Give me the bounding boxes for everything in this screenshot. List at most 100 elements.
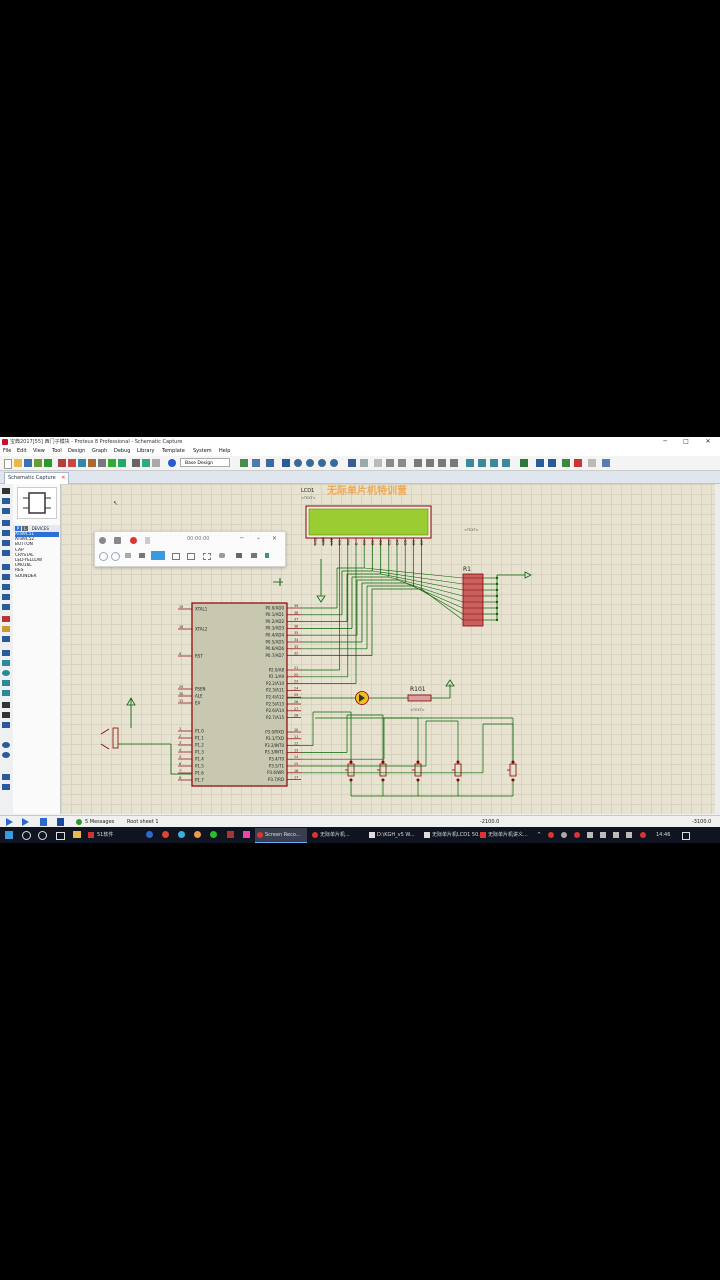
exit-sheet-icon[interactable] [588, 459, 596, 467]
recorder-tool-b-icon[interactable] [111, 552, 120, 561]
graph-mode-icon[interactable] [2, 584, 10, 590]
recorder-pen-icon[interactable] [125, 553, 131, 558]
component-mode-icon[interactable] [2, 498, 10, 504]
minimize-button[interactable]: ─ [655, 437, 675, 447]
tray-app-icon[interactable] [600, 832, 606, 838]
taskbar-app[interactable]: Screen Reco... [255, 828, 307, 843]
recorder-window-icon[interactable] [139, 553, 145, 558]
junction-mode-icon[interactable] [2, 508, 10, 514]
task-view-icon[interactable] [56, 832, 65, 840]
copy-icon[interactable] [386, 459, 394, 467]
schematic-icon[interactable] [68, 459, 76, 467]
step-icon[interactable] [22, 818, 29, 826]
remove-sheet-icon[interactable] [574, 459, 582, 467]
tray-app-icon[interactable] [613, 832, 619, 838]
tray-arrow-icon[interactable]: ^ [537, 827, 541, 843]
recorder-mic-icon[interactable] [265, 553, 269, 558]
property-tool-icon[interactable] [548, 459, 556, 467]
menu-library[interactable]: Library [137, 447, 154, 456]
recorder-tool-a-icon[interactable] [99, 552, 108, 561]
tray-app-icon[interactable] [640, 832, 646, 838]
start-windows-icon[interactable] [5, 831, 13, 839]
menu-system[interactable]: System [193, 447, 212, 456]
menu-template[interactable]: Template [162, 447, 185, 456]
debug-icon[interactable] [152, 459, 160, 467]
crystal-oscillator[interactable] [100, 727, 119, 750]
tray-app-icon[interactable] [561, 832, 567, 838]
zoom-all-icon[interactable] [318, 459, 326, 467]
gallery-icon[interactable] [88, 459, 96, 467]
generator-mode-icon[interactable] [2, 604, 10, 610]
design-dropdown[interactable]: Base Design [180, 458, 230, 467]
recorder-link-icon[interactable] [219, 553, 225, 558]
recorder-pause-icon[interactable] [145, 537, 150, 544]
probe-mode-icon[interactable] [2, 616, 10, 622]
open-folder-icon[interactable] [14, 459, 22, 467]
zoom-area-icon[interactable] [330, 459, 338, 467]
pan-icon[interactable] [282, 459, 290, 467]
search-taskbar-icon[interactable] [22, 831, 31, 840]
recorder-box-icon[interactable] [187, 553, 195, 560]
recorder-fullscreen-icon[interactable] [203, 553, 211, 560]
text-script-mode-icon[interactable] [2, 530, 10, 536]
rotate-ccw-icon[interactable] [2, 752, 10, 758]
menu-tool[interactable]: Tool [52, 447, 62, 456]
home-icon[interactable] [58, 459, 66, 467]
wire-label-mode-icon[interactable] [2, 520, 10, 526]
terminal-mode-icon[interactable] [2, 564, 10, 570]
pick-device-icon[interactable] [466, 459, 474, 467]
new-file-icon[interactable] [4, 459, 12, 469]
app-icon-3[interactable] [227, 831, 234, 838]
symbol-mode-icon[interactable] [2, 712, 10, 718]
recorder-close-button[interactable]: ✕ [272, 535, 277, 542]
recorder-folder-icon[interactable] [236, 553, 242, 558]
block-rotate-icon[interactable] [438, 459, 446, 467]
block-move-icon[interactable] [426, 459, 434, 467]
pcb-icon[interactable] [78, 459, 86, 467]
tray-app-icon[interactable] [574, 832, 580, 838]
mirror-x-icon[interactable] [2, 774, 10, 780]
close-button[interactable]: ✕ [698, 437, 718, 447]
wire-autorouter-icon[interactable] [520, 459, 528, 467]
recorder-expand-button[interactable]: ⌄ [256, 534, 261, 541]
arc-mode-icon[interactable] [2, 680, 10, 686]
led-yellow[interactable] [355, 691, 369, 705]
text-mode-icon[interactable] [2, 702, 10, 708]
current-probe-icon[interactable] [2, 626, 10, 632]
mirror-y-icon[interactable] [2, 784, 10, 790]
block-copy-icon[interactable] [414, 459, 422, 467]
circle-mode-icon[interactable] [2, 670, 10, 676]
menu-edit[interactable]: Edit [17, 447, 27, 456]
undo-icon[interactable] [348, 459, 356, 467]
tape-mode-icon[interactable] [2, 594, 10, 600]
run-green-icon[interactable] [44, 459, 52, 467]
new-sheet-icon[interactable] [562, 459, 570, 467]
menu-graph[interactable]: Graph [92, 447, 107, 456]
wechat-icon[interactable] [210, 831, 217, 838]
recorder-camera-icon[interactable] [114, 537, 121, 544]
menu-design[interactable]: Design [68, 447, 85, 456]
tab-schematic-capture[interactable]: Schematic Capture ✕ [4, 472, 70, 484]
pause-icon[interactable] [40, 818, 47, 826]
edge-icon[interactable] [146, 831, 153, 838]
menu-debug[interactable]: Debug [114, 447, 130, 456]
play-icon[interactable] [6, 818, 13, 826]
toggle-grid-icon[interactable] [252, 459, 260, 467]
pin-mode-icon[interactable] [2, 574, 10, 580]
paste-icon[interactable] [398, 459, 406, 467]
chrome-icon[interactable] [162, 831, 169, 838]
recorder-minimize-button[interactable]: ─ [240, 535, 244, 542]
bom-icon[interactable] [108, 459, 116, 467]
tray-record-icon[interactable] [548, 832, 554, 838]
screen-recorder-widget[interactable]: 00:00:00 ─ ⌄ ✕ [94, 531, 286, 567]
path-mode-icon[interactable] [2, 690, 10, 696]
cut-icon[interactable] [374, 459, 382, 467]
help-icon[interactable] [168, 459, 176, 467]
subcircuit-mode-icon[interactable] [2, 550, 10, 556]
tray-app-icon[interactable] [626, 832, 632, 838]
zoom-in-icon[interactable] [294, 459, 302, 467]
recorder-audio-icon[interactable] [251, 553, 257, 558]
menu-view[interactable]: View [33, 447, 45, 456]
line-mode-icon[interactable] [2, 650, 10, 656]
source-code-icon[interactable] [118, 459, 126, 467]
